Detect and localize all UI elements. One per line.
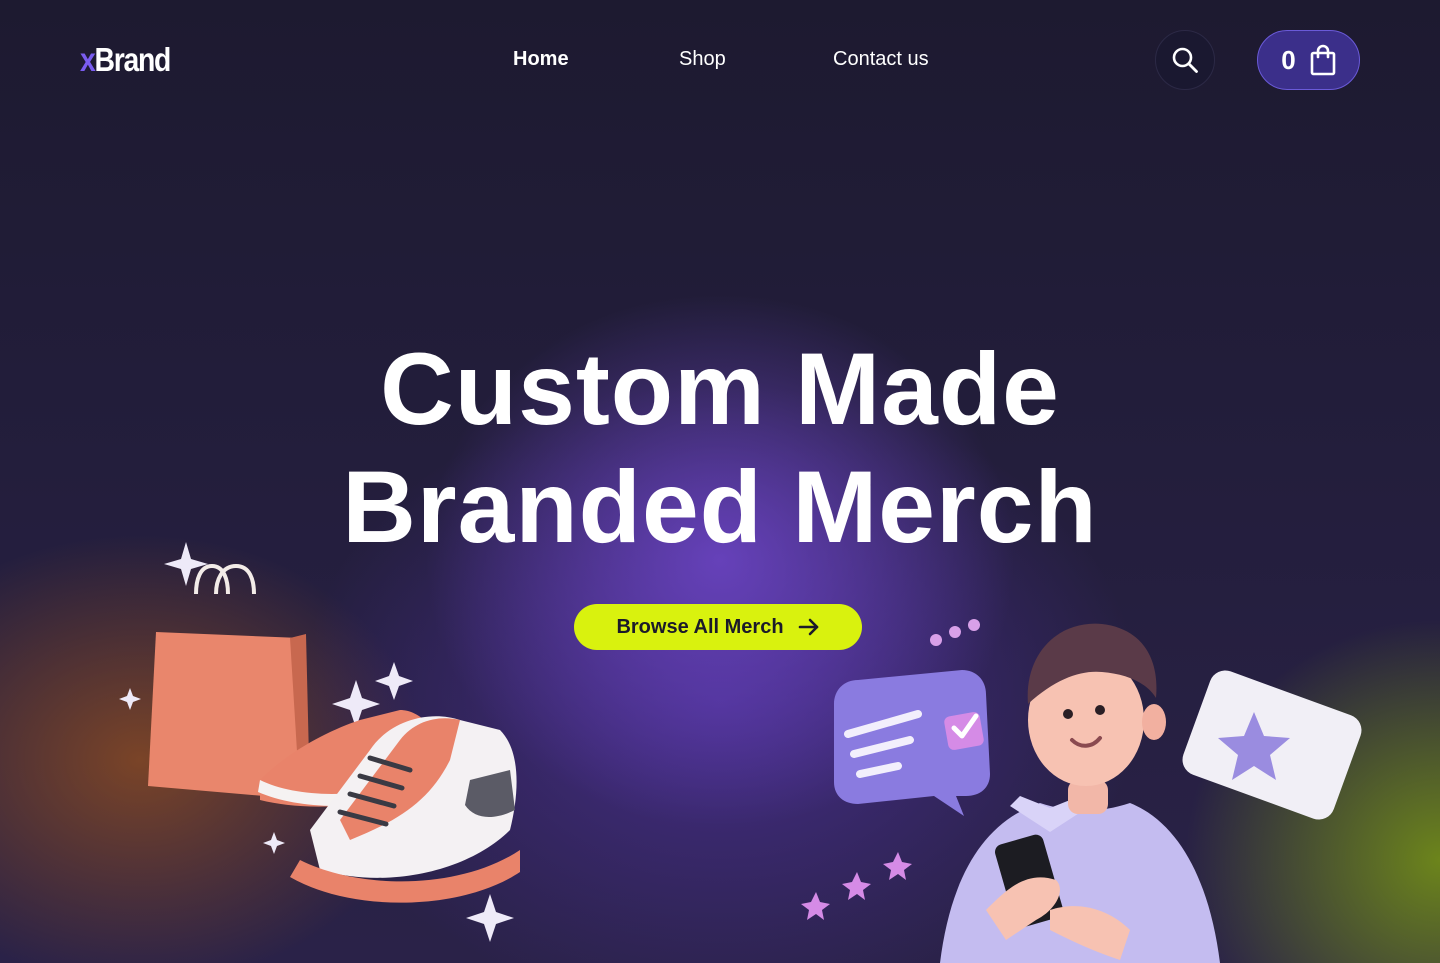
rating-card-icon [1182,670,1362,820]
person-figure [940,623,1220,963]
typing-dots-icon [930,619,980,646]
cta-label: Browse All Merch [616,615,784,638]
nav-home[interactable]: Home [513,48,569,71]
chat-bubble-icon [834,670,990,816]
site-header: xBrand Home Shop Contact us 0 [80,30,1360,90]
logo-x: x [80,41,96,78]
search-icon [1172,47,1198,73]
cart-count: 0 [1281,44,1296,75]
logo-brand: Brand [94,41,171,78]
shopping-bag-sneakers-illustration [119,542,520,942]
brand-logo[interactable]: xBrand [80,41,171,79]
stars-icon [801,852,912,920]
nav-shop[interactable]: Shop [679,48,726,71]
hero-title-line-1: Custom Made [380,332,1060,446]
cart-button[interactable]: 0 [1257,30,1360,90]
search-button[interactable] [1155,30,1215,90]
shopping-bag-icon [1310,44,1336,76]
person-with-phone-illustration [801,619,1362,963]
nav-contact-us[interactable]: Contact us [833,48,929,71]
